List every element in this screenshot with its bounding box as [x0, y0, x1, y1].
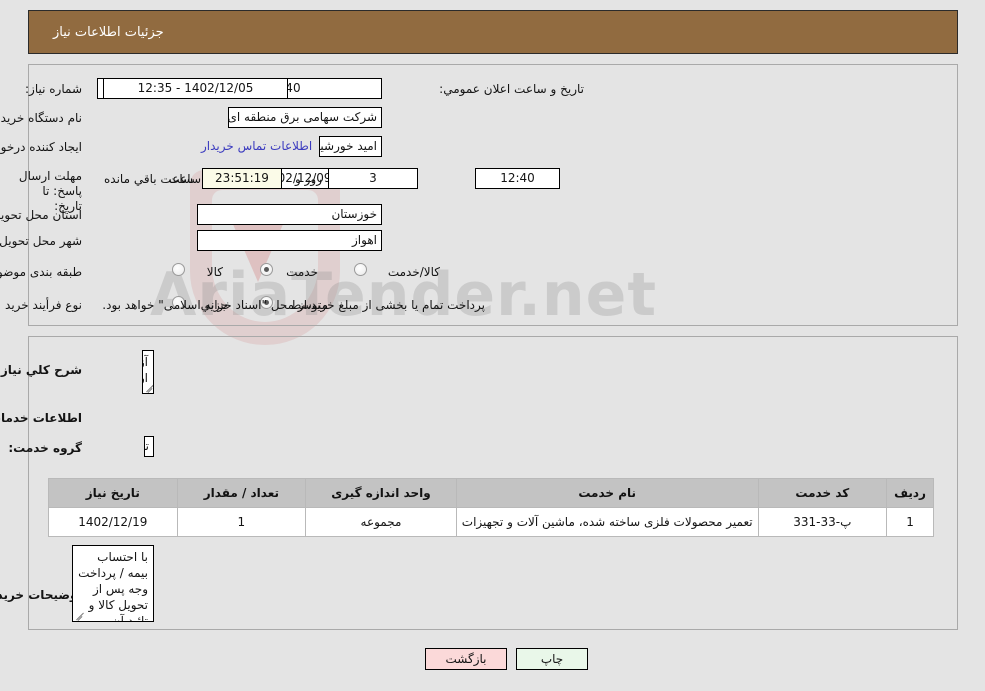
resize-grip-icon[interactable]: [75, 610, 85, 620]
cell-service-code: پ-33-331: [757, 507, 888, 537]
radio-category-kala[interactable]: [172, 263, 185, 276]
general-desc-label: شرح کلي نیاز:: [0, 363, 82, 377]
need-info-panel: [28, 64, 958, 326]
buyer-org-value: شرکت سهامی برق منطقه ای خوزستان: [228, 107, 382, 128]
buyer-notes-textarea[interactable]: با احتساب بیمه / پرداخت وجه پس از تحویل …: [72, 545, 154, 622]
city-label: شهر محل تحویل:: [0, 234, 82, 248]
remaining-time-suffix: ساعت باقي مانده: [104, 172, 194, 186]
remaining-days-value: 3: [328, 168, 418, 189]
city-value: اهواز: [197, 230, 382, 251]
deadline-hour-value: 12:40: [475, 168, 560, 189]
announce-datetime-value: 1402/12/05 - 12:35: [103, 78, 288, 99]
buyer-contact-link[interactable]: اطلاعات تماس خریدار: [201, 139, 312, 153]
table-header-row: ردیف کد خدمت نام خدمت واحد اندازه گیری ت…: [48, 478, 934, 508]
buyer-notes-label: توضیحات خریدار:: [0, 588, 82, 602]
cell-need-date: 1402/12/19: [48, 507, 178, 537]
radio-category-kala-khedmat[interactable]: [354, 263, 367, 276]
remaining-days-suffix: روز و: [295, 172, 322, 186]
category-label: طبقه بندی موضوعی:: [0, 265, 82, 279]
treasury-note: پرداخت تمام یا بخشی از مبلغ خرید،از محل …: [102, 298, 485, 312]
col-unit: واحد اندازه گیری: [305, 478, 457, 508]
col-row-no: ردیف: [886, 478, 934, 508]
requester-label: ایجاد کننده درخواست:: [0, 140, 82, 154]
announce-datetime-label: تاریخ و ساعت اعلان عمومي:: [439, 82, 584, 96]
need-number-label: شماره نیاز:: [25, 82, 82, 96]
radio-category-khedmat-label: خدمت: [286, 265, 318, 279]
services-table: ردیف کد خدمت نام خدمت واحد اندازه گیری ت…: [48, 478, 934, 537]
radio-category-khedmat[interactable]: [260, 263, 273, 276]
remaining-time-value: 23:51:19: [202, 168, 282, 189]
col-service-name: نام خدمت: [455, 478, 759, 508]
print-button[interactable]: چاپ: [516, 648, 588, 670]
cell-quantity: 1: [176, 507, 307, 537]
page-header: جزئیات اطلاعات نیاز: [28, 10, 958, 54]
services-section-title: اطلاعات خدمات مورد نیاز: [0, 411, 82, 425]
table-row: 1 پ-33-331 تعمیر محصولات فلزی ساخته شده،…: [48, 507, 934, 537]
col-need-date: تاریخ نیاز: [48, 478, 178, 508]
province-value: خوزستان: [197, 204, 382, 225]
radio-category-kala-khedmat-label: کالا/خدمت: [387, 265, 440, 279]
back-button[interactable]: بازگشت: [425, 648, 507, 670]
requester-value: امید خورشیدپناه کارشناس خرید کالا شرکت س…: [319, 136, 382, 157]
general-desc-textarea[interactable]: آزمایش ارزیابی و عمر سنجی مقره های سیلیک…: [142, 350, 154, 394]
resize-grip-icon[interactable]: [145, 382, 153, 392]
process-label: نوع فرأیند خرید :: [0, 298, 82, 312]
col-service-code: کد خدمت: [757, 478, 888, 508]
buyer-notes-value: با احتساب بیمه / پرداخت وجه پس از تحویل …: [78, 550, 148, 622]
cell-row-no: 1: [886, 507, 934, 537]
province-label: استان محل تحویل:: [0, 208, 82, 222]
page-title: جزئیات اطلاعات نیاز: [53, 24, 164, 40]
col-quantity: تعداد / مقدار: [176, 478, 307, 508]
service-group-value: تولید صنعتی (ساخت): [144, 436, 154, 457]
cell-service-name: تعمیر محصولات فلزی ساخته شده، ماشین آلات…: [455, 507, 759, 537]
service-group-label: گروه خدمت:: [8, 441, 82, 455]
cell-unit: مجموعه: [305, 507, 457, 537]
radio-category-kala-label: کالا: [206, 265, 223, 279]
buyer-org-label: نام دستگاه خریدار:: [0, 111, 82, 125]
